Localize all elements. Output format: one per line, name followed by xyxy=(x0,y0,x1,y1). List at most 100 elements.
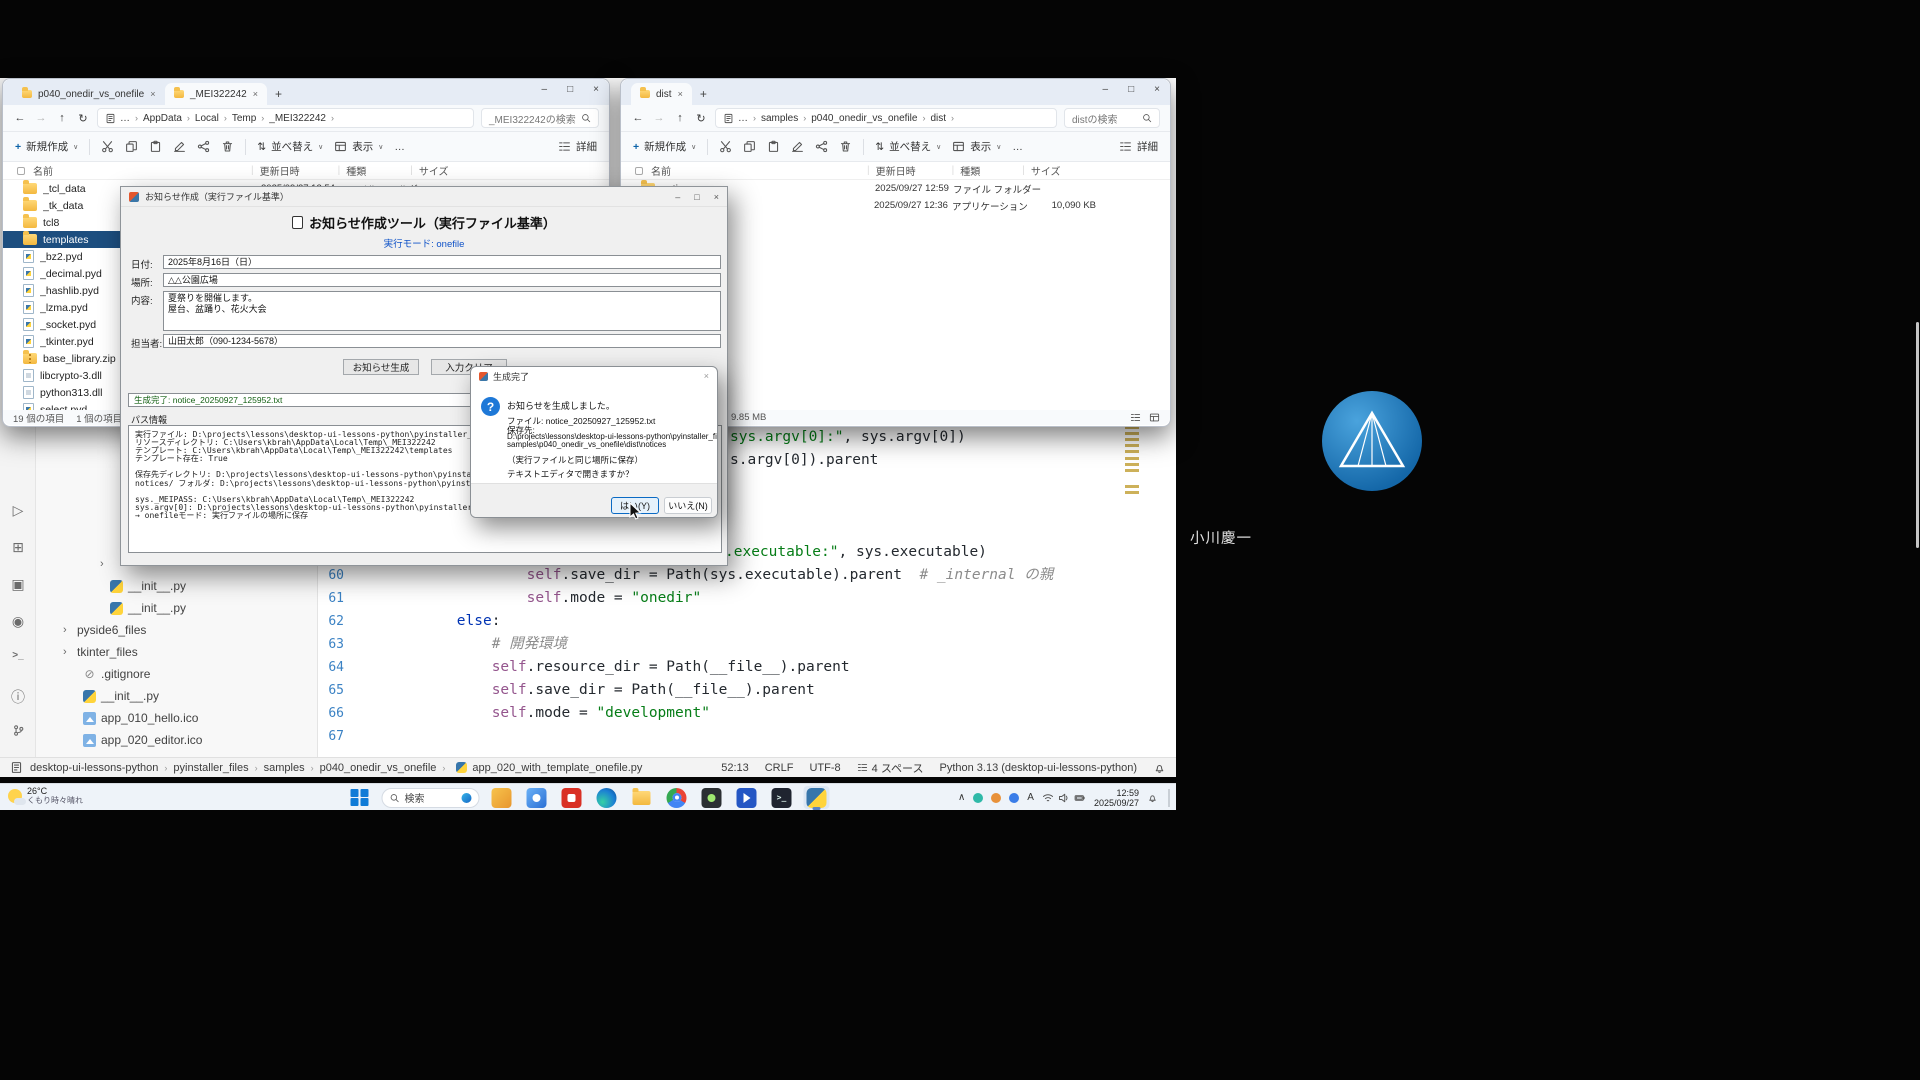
explorer-tab-strip[interactable]: dist× + xyxy=(621,79,1170,105)
clock[interactable]: 12:59 2025/09/27 xyxy=(1094,788,1139,808)
close-button[interactable]: × xyxy=(1154,84,1160,95)
more-button[interactable]: … xyxy=(394,141,405,153)
column-date[interactable]: 更新日時 xyxy=(260,163,332,178)
tray-icon-blue[interactable] xyxy=(1009,793,1019,803)
new-button[interactable]: +新規作成∨ xyxy=(15,139,78,154)
column-size[interactable]: サイズ xyxy=(1031,163,1061,178)
remote-explorer-icon[interactable]: ▣ xyxy=(0,576,36,593)
copy-icon[interactable] xyxy=(743,140,756,153)
tab-close-icon[interactable]: × xyxy=(150,89,155,99)
start-button[interactable] xyxy=(347,786,373,809)
no-button[interactable]: いいえ(N) xyxy=(664,497,712,514)
tab-close-icon[interactable]: × xyxy=(678,89,683,99)
hidden-icons-chevron[interactable]: ∧ xyxy=(958,792,965,803)
tree-folder[interactable]: ›tkinter_files xyxy=(36,641,318,663)
up-button[interactable]: ↑ xyxy=(673,112,687,124)
tree-item[interactable]: __init__.py xyxy=(36,575,318,597)
details-button[interactable]: 詳細 xyxy=(558,139,597,154)
show-desktop-button[interactable] xyxy=(1168,789,1170,807)
tray-icon-teal[interactable] xyxy=(973,793,983,803)
rename-icon[interactable] xyxy=(173,140,186,153)
problems-icon[interactable]: ⓘ xyxy=(0,687,36,707)
photos-app-button[interactable] xyxy=(524,786,550,809)
select-all-checkbox[interactable] xyxy=(635,167,643,175)
encoding-indicator[interactable]: UTF-8 xyxy=(809,762,840,774)
forward-button[interactable]: → xyxy=(34,112,48,124)
notification-bell-icon[interactable] xyxy=(1147,792,1158,803)
close-button[interactable]: × xyxy=(714,192,719,202)
tree-item[interactable]: ⊘.gitignore xyxy=(36,663,318,685)
new-tab-button[interactable]: + xyxy=(275,87,282,101)
forward-button[interactable]: → xyxy=(652,112,666,124)
minimize-button[interactable]: – xyxy=(675,192,680,202)
cut-icon[interactable] xyxy=(101,140,114,153)
python-app-button[interactable] xyxy=(804,786,830,809)
video-scrollbar[interactable] xyxy=(1916,322,1919,548)
generate-button[interactable]: お知らせ生成 xyxy=(343,359,419,375)
minimize-button[interactable]: – xyxy=(1103,84,1109,95)
details-button[interactable]: 詳細 xyxy=(1119,139,1158,154)
share-icon[interactable] xyxy=(815,140,828,153)
maximize-button[interactable]: □ xyxy=(567,84,573,95)
select-all-checkbox[interactable] xyxy=(17,167,25,175)
share-icon[interactable] xyxy=(197,140,210,153)
column-size[interactable]: サイズ xyxy=(419,163,449,178)
maximize-button[interactable]: □ xyxy=(1128,84,1134,95)
paste-icon[interactable] xyxy=(767,140,780,153)
column-date[interactable]: 更新日時 xyxy=(876,163,946,178)
sort-button[interactable]: ⇅並べ替え∨ xyxy=(875,139,941,154)
quick-settings[interactable] xyxy=(1042,792,1086,804)
tree-folder[interactable]: ›pyside6_files xyxy=(36,619,318,641)
tree-item[interactable]: __init__.py xyxy=(36,685,318,707)
cursor-position[interactable]: 52:13 xyxy=(721,762,749,774)
column-name[interactable]: 名前 xyxy=(33,163,245,178)
column-name[interactable]: 名前 xyxy=(651,163,861,178)
back-button[interactable]: ← xyxy=(13,112,27,124)
address-bar[interactable]: … AppData Local Temp _MEI322242 xyxy=(97,108,474,128)
person-input[interactable]: 山田太郎（090-1234-5678） xyxy=(163,334,721,348)
new-tab-button[interactable]: + xyxy=(700,87,707,101)
indent-indicator[interactable]: 4 スペース xyxy=(857,760,924,776)
ime-indicator[interactable]: A xyxy=(1027,792,1034,803)
new-button[interactable]: +新規作成∨ xyxy=(633,139,696,154)
refresh-button[interactable]: ↻ xyxy=(76,112,90,125)
status-breadcrumb[interactable]: desktop-ui-lessons-python pyinstaller_fi… xyxy=(30,762,642,774)
minimize-button[interactable]: – xyxy=(542,84,548,95)
delete-icon[interactable] xyxy=(839,140,852,153)
more-button[interactable]: … xyxy=(1012,141,1023,153)
tab-dist[interactable]: dist× xyxy=(631,83,692,105)
tree-item[interactable]: app_010_hello.ico xyxy=(36,707,318,729)
terminal-icon[interactable]: >_ xyxy=(0,650,36,661)
search-box[interactable]: _MEI322242の検索 xyxy=(481,108,599,128)
tree-item[interactable]: app_020_editor.ico xyxy=(36,729,318,751)
dialog-title-bar[interactable]: お知らせ作成（実行ファイル基準） – □ × xyxy=(121,187,727,207)
tab-p040[interactable]: p040_onedir_vs_onefile× xyxy=(13,83,163,105)
explorer-tab-strip[interactable]: p040_onedir_vs_onefile× _MEI322242× + xyxy=(3,79,609,105)
edge-button[interactable] xyxy=(594,786,620,809)
maximize-button[interactable]: □ xyxy=(694,192,699,202)
widgets-weather-button[interactable]: 26°Cくもり時々晴れ xyxy=(8,786,83,805)
tree-item[interactable]: __init__.py xyxy=(36,597,318,619)
run-debug-icon[interactable]: ◉ xyxy=(0,613,36,630)
rename-icon[interactable] xyxy=(791,140,804,153)
extensions-icon[interactable]: ⊞ xyxy=(0,539,36,556)
run-icon[interactable]: ▷ xyxy=(0,502,36,519)
date-input[interactable]: 2025年8月16日（日） xyxy=(163,255,721,269)
cut-icon[interactable] xyxy=(719,140,732,153)
media-app-button[interactable] xyxy=(734,786,760,809)
notifications-bell-icon[interactable] xyxy=(1153,761,1166,774)
close-button[interactable]: × xyxy=(704,371,709,381)
msgbox-title-bar[interactable]: 生成完了 × xyxy=(471,367,717,385)
file-explorer-button[interactable] xyxy=(629,786,655,809)
eol-indicator[interactable]: CRLF xyxy=(765,762,794,774)
widgets-app-button[interactable] xyxy=(489,786,515,809)
large-view-toggle-icon[interactable] xyxy=(1149,412,1160,423)
search-box[interactable]: distの検索 xyxy=(1064,108,1160,128)
column-type[interactable]: 種類 xyxy=(960,163,1016,178)
python-interpreter[interactable]: Python 3.13 (desktop-ui-lessons-python) xyxy=(940,762,1138,774)
up-button[interactable]: ↑ xyxy=(55,112,69,124)
terminal-button[interactable]: >_ xyxy=(769,786,795,809)
copy-icon[interactable] xyxy=(125,140,138,153)
close-button[interactable]: × xyxy=(593,84,599,95)
tab-close-icon[interactable]: × xyxy=(253,89,258,99)
